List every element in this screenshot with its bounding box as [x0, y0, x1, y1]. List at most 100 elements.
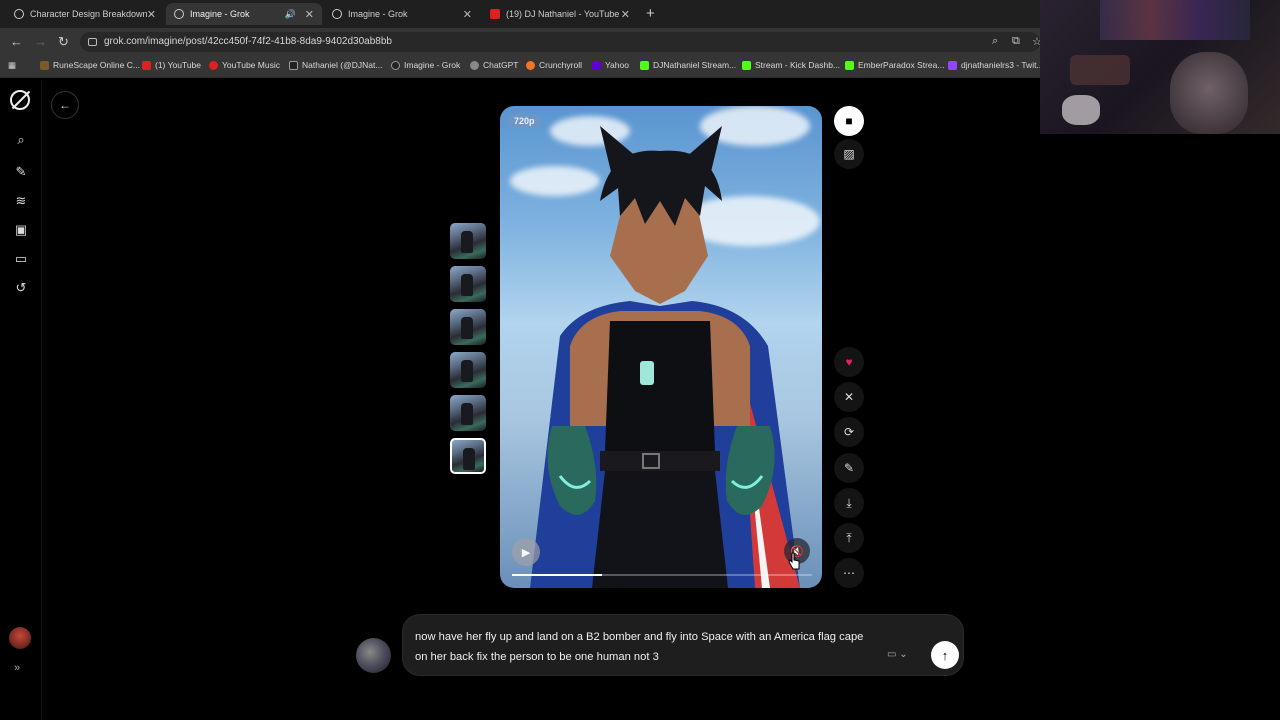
- webcam-person: [1170, 52, 1248, 134]
- runescape-icon: [40, 60, 49, 70]
- bookmark-runescape[interactable]: RuneScape Online C...: [40, 60, 140, 70]
- bookmark-label: RuneScape Online C...: [53, 60, 140, 70]
- search-icon[interactable]: ⌕: [12, 131, 30, 149]
- upload-button[interactable]: ⤒: [834, 523, 864, 553]
- bookmarks-bar: ▦ RuneScape Online C... (1) YouTube YouT…: [0, 56, 1044, 78]
- tab-title: Character Design Breakdown: [30, 9, 148, 19]
- speaker-icon[interactable]: 🔊: [285, 9, 296, 20]
- bookmark-label: Stream - Kick Dashb...: [755, 60, 841, 70]
- imagine-icon[interactable]: ▣: [12, 221, 30, 239]
- bookmark-label: EmberParadox Strea...: [858, 60, 945, 70]
- thumbnail-item-selected[interactable]: [450, 438, 486, 474]
- tab-imagine-grok[interactable]: Imagine - Grok ✕: [324, 3, 480, 25]
- generated-video[interactable]: 720p ▶ 🔇: [500, 106, 822, 588]
- play-icon: ▶: [521, 546, 531, 559]
- back-arrow-icon[interactable]: ←: [10, 34, 23, 49]
- edit-image-icon: ✎: [843, 461, 855, 475]
- like-button[interactable]: ♥: [834, 347, 864, 377]
- thumbnail-item[interactable]: [450, 352, 486, 388]
- bookmark-label: Yahoo: [605, 60, 629, 70]
- close-tab-icon[interactable]: ✕: [147, 8, 156, 21]
- video-mode-button[interactable]: ■: [834, 106, 864, 136]
- bookmark-label: ChatGPT: [483, 60, 519, 70]
- grok-logo-icon[interactable]: [10, 90, 30, 110]
- grok-icon: [332, 9, 342, 19]
- image-mode-button[interactable]: ▨: [834, 139, 864, 169]
- play-button[interactable]: ▶: [512, 538, 540, 566]
- tab-imagine-grok-active[interactable]: Imagine - Grok 🔊 ✕: [166, 3, 322, 25]
- bookmark-youtube[interactable]: (1) YouTube: [142, 60, 201, 70]
- share-x-button[interactable]: ✕: [834, 382, 864, 412]
- yahoo-icon: [592, 60, 601, 70]
- prompt-input[interactable]: now have her fly up and land on a B2 bom…: [415, 627, 875, 667]
- webcam-overlay: [1040, 0, 1280, 134]
- tab-character-design[interactable]: Character Design Breakdown ✕: [6, 3, 164, 25]
- video-progress-fill: [512, 574, 602, 576]
- webcam-background-poster: [1100, 0, 1250, 40]
- bookmark-label: (1) YouTube: [155, 60, 201, 70]
- youtube-icon: [490, 9, 500, 19]
- tab-youtube[interactable]: (19) DJ Nathaniel - YouTube ✕: [482, 3, 638, 25]
- bookmark-label: DJNathaniel Stream...: [653, 60, 737, 70]
- bookmark-label: Nathaniel (@DJNat...: [302, 60, 383, 70]
- install-app-icon[interactable]: ⧉: [1012, 35, 1020, 48]
- tab-title: Imagine - Grok: [348, 9, 408, 19]
- bookmark-kick-djnathaniel[interactable]: DJNathaniel Stream...: [640, 60, 736, 70]
- send-button[interactable]: ↑: [931, 641, 959, 669]
- bookmark-imagine-grok[interactable]: Imagine - Grok: [391, 60, 460, 70]
- thumbnail-item[interactable]: [450, 309, 486, 345]
- new-tab-button[interactable]: +: [646, 5, 655, 22]
- thumbnail-item[interactable]: [450, 266, 486, 302]
- expand-sidebar-icon[interactable]: »: [14, 662, 20, 674]
- bookmark-emberparadox[interactable]: EmberParadox Strea...: [845, 60, 944, 70]
- site-info-icon[interactable]: [88, 38, 97, 46]
- bookmark-chatgpt[interactable]: ChatGPT: [470, 60, 518, 70]
- chevron-down-icon: ⌄: [899, 649, 908, 660]
- prompt-composer[interactable]: now have her fly up and land on a B2 bom…: [402, 614, 964, 676]
- bookmark-kick-dashboard[interactable]: Stream - Kick Dashb...: [742, 60, 840, 70]
- download-button[interactable]: ⤓: [834, 488, 864, 518]
- video-progress-bar[interactable]: [512, 574, 812, 576]
- regenerate-button[interactable]: ⟳: [834, 417, 864, 447]
- x-icon: [289, 60, 298, 70]
- bookmark-youtube-music[interactable]: YouTube Music: [209, 60, 280, 70]
- generation-thumbnails: [450, 223, 488, 481]
- url-field[interactable]: grok.com/imagine/post/42cc450f-74f2-41b8…: [80, 32, 1040, 52]
- zoom-icon[interactable]: ⌕: [992, 35, 998, 48]
- edit-icon[interactable]: ✎: [12, 163, 30, 181]
- heart-icon: ♥: [845, 355, 853, 369]
- url-text: grok.com/imagine/post/42cc450f-74f2-41b8…: [104, 36, 392, 47]
- character-figure: [530, 126, 800, 588]
- composer-avatar[interactable]: [356, 638, 391, 673]
- arrow-up-icon: ↑: [941, 647, 949, 663]
- history-icon[interactable]: ↺: [12, 279, 30, 297]
- youtube-music-icon: [209, 60, 218, 70]
- grok-sidebar: ⌕ ✎ ≋ ▣ ▭ ↺ »: [0, 80, 42, 720]
- forward-arrow-icon[interactable]: →: [34, 34, 47, 49]
- refresh-icon: ⟳: [843, 425, 855, 439]
- close-tab-icon[interactable]: ✕: [305, 8, 314, 21]
- chatgpt-icon: [14, 9, 24, 19]
- resolution-badge: 720p: [508, 114, 541, 128]
- twitch-icon: [948, 60, 957, 70]
- thumbnail-item[interactable]: [450, 395, 486, 431]
- webcam-hand: [1062, 95, 1100, 125]
- bookmark-yahoo[interactable]: Yahoo: [592, 60, 629, 70]
- avatar[interactable]: [9, 627, 31, 649]
- bookmark-twitch[interactable]: djnathanielrs3 - Twit...: [948, 60, 1044, 70]
- apps-grid-icon[interactable]: ▦: [8, 60, 16, 71]
- close-tab-icon[interactable]: ✕: [463, 8, 472, 21]
- video-mode-dropdown[interactable]: ▭ ⌄: [887, 649, 908, 660]
- folder-icon[interactable]: ▭: [12, 250, 30, 268]
- voice-icon[interactable]: ≋: [12, 192, 30, 210]
- bookmark-x-nathaniel[interactable]: Nathaniel (@DJNat...: [289, 60, 382, 70]
- back-button[interactable]: ←: [51, 91, 79, 119]
- grok-icon: [174, 9, 184, 19]
- address-bar-row: ← → ↻ grok.com/imagine/post/42cc450f-74f…: [0, 28, 1042, 56]
- reload-icon[interactable]: ↻: [58, 34, 69, 50]
- edit-image-button[interactable]: ✎: [834, 453, 864, 483]
- bookmark-crunchyroll[interactable]: Crunchyroll: [526, 60, 582, 70]
- more-options-button[interactable]: ⋯: [834, 558, 864, 588]
- close-tab-icon[interactable]: ✕: [621, 8, 630, 21]
- thumbnail-item[interactable]: [450, 223, 486, 259]
